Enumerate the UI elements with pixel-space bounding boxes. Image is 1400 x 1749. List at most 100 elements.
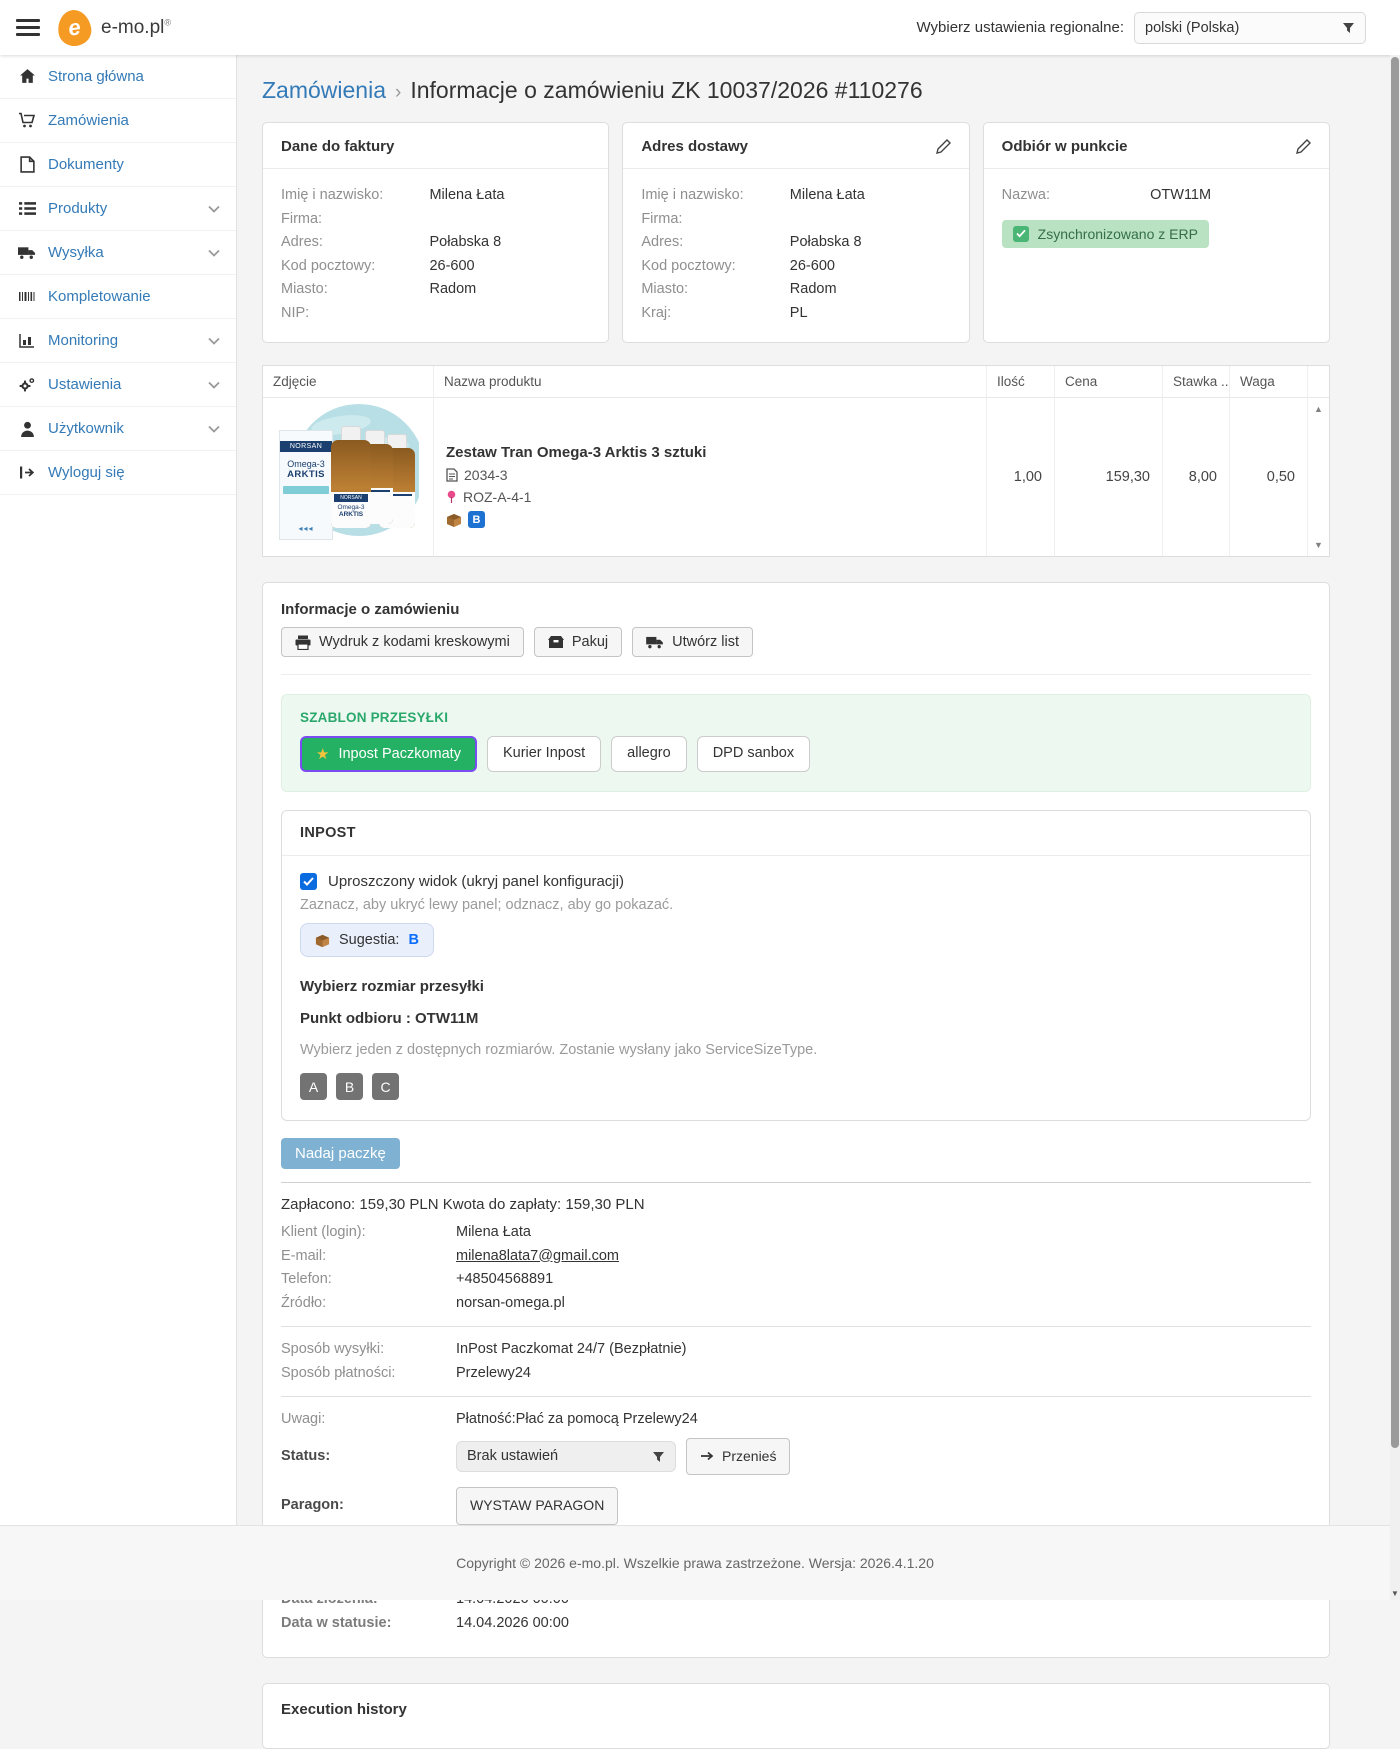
- template-inpost-paczkomaty-button[interactable]: ★ Inpost Paczkomaty: [300, 736, 477, 772]
- move-status-button[interactable]: Przenieś: [686, 1438, 790, 1476]
- chevron-down-icon: [208, 205, 220, 213]
- simplified-view-checkbox[interactable]: Uproszczony widok (ukryj panel konfigura…: [300, 873, 1292, 890]
- send-parcel-button[interactable]: Nadaj paczkę: [281, 1138, 400, 1169]
- print-barcodes-button[interactable]: Wydruk z kodami kreskowymi: [281, 627, 524, 657]
- product-photo-cell: NORSAN Omega-3 ARKTIS ◂◂◂ NORSANOmega-3A…: [263, 398, 433, 556]
- size-b-button[interactable]: B: [336, 1073, 363, 1100]
- pack-box-icon: [548, 635, 564, 649]
- sidebar-item-settings[interactable]: Ustawienia: [0, 363, 236, 407]
- status-date: 14.04.2026 00:00: [456, 1612, 569, 1636]
- scroll-up-icon[interactable]: ▲: [1308, 404, 1329, 414]
- chevron-down-icon: [208, 381, 220, 389]
- edit-pencil-icon[interactable]: [936, 139, 951, 154]
- scroll-down-icon[interactable]: ▼: [1308, 540, 1329, 550]
- cart-icon: [18, 112, 36, 130]
- client-phone: +48504568891: [456, 1268, 553, 1292]
- edit-pencil-icon[interactable]: [1296, 139, 1311, 154]
- product-name[interactable]: Zestaw Tran Omega-3 Arktis 3 sztuki: [446, 444, 976, 461]
- dropdown-funnel-icon: [1342, 21, 1355, 34]
- execution-history-card: Execution history: [262, 1683, 1330, 1749]
- product-location: ROZ-A-4-1: [463, 489, 531, 505]
- product-weight: 0,50: [1229, 398, 1307, 556]
- template-kurier-inpost-button[interactable]: Kurier Inpost: [487, 736, 601, 772]
- user-icon: [18, 420, 36, 438]
- order-info-title: Informacje o zamówieniu: [281, 601, 1311, 618]
- status-select-value: Brak ustawień: [467, 1445, 558, 1469]
- location-pin-icon: [446, 490, 457, 504]
- product-price: 159,30: [1054, 398, 1162, 556]
- page-scrollbar[interactable]: ▼: [1390, 55, 1400, 1600]
- col-header-scroll: [1307, 366, 1329, 398]
- sidebar-item-home[interactable]: Strona główna: [0, 55, 236, 99]
- pack-button[interactable]: Pakuj: [534, 627, 622, 657]
- invoice-data-card: Dane do faktury Imię i nazwisko:Milena Ł…: [262, 122, 609, 343]
- size-a-button[interactable]: A: [300, 1073, 327, 1100]
- col-header-photo: Zdjęcie: [263, 366, 433, 398]
- pickup-point-card: Odbiór w punkcie Nazwa:OTW11M Zsynchroni…: [983, 122, 1330, 343]
- sidebar-item-products[interactable]: Produkty: [0, 187, 236, 231]
- products-table: Zdjęcie Nazwa produktu Ilość Cena Stawka…: [262, 365, 1330, 557]
- size-suggestion-badge: B: [468, 511, 485, 528]
- region-select-value: polski (Polska): [1145, 20, 1239, 36]
- printer-icon: [295, 635, 311, 650]
- chevron-down-icon: [208, 249, 220, 257]
- main-content: Zamówienia›Informacje o zamówieniu ZK 10…: [237, 55, 1390, 1600]
- checkbox-checked-icon[interactable]: [300, 873, 317, 890]
- chevron-down-icon: [208, 425, 220, 433]
- page-title: Informacje o zamówieniu ZK 10037/2026 #1…: [410, 77, 922, 103]
- col-header-tax: Stawka ...: [1162, 366, 1229, 398]
- home-icon: [18, 68, 36, 86]
- chevron-down-icon: [208, 337, 220, 345]
- truck-icon: [18, 244, 36, 262]
- check-icon: [1013, 226, 1029, 242]
- breadcrumb-orders-link[interactable]: Zamówienia: [262, 77, 386, 103]
- breadcrumb: Zamówienia›Informacje o zamówieniu ZK 10…: [262, 77, 1330, 104]
- pickup-point-label: Punkt odbioru : OTW11M: [300, 1010, 1292, 1027]
- sidebar-item-orders[interactable]: Zamówienia: [0, 99, 236, 143]
- sidebar-item-picking[interactable]: Kompletowanie: [0, 275, 236, 319]
- invoice-card-title: Dane do faktury: [281, 138, 394, 155]
- sidebar-item-user[interactable]: Użytkownik: [0, 407, 236, 451]
- status-select[interactable]: Brak ustawień: [456, 1441, 676, 1472]
- client-login: Milena Łata: [456, 1221, 531, 1245]
- menu-toggle-icon[interactable]: [16, 19, 40, 36]
- sidebar-item-monitoring[interactable]: Monitoring: [0, 319, 236, 363]
- size-section-title: Wybierz rozmiar przesyłki: [300, 978, 1292, 995]
- template-allegro-button[interactable]: allegro: [611, 736, 687, 772]
- arrow-right-icon: [700, 1451, 714, 1461]
- order-remarks: Płatność:Płać za pomocą Przelewy24: [456, 1408, 698, 1432]
- dropdown-funnel-icon: [652, 1450, 665, 1463]
- size-c-button[interactable]: C: [372, 1073, 399, 1100]
- inpost-panel: INPOST Uproszczony widok (ukryj panel ko…: [281, 810, 1311, 1121]
- copyright-text: Copyright © 2026 e-mo.pl. Wszelkie prawa…: [456, 1555, 934, 1571]
- sku-document-icon: [446, 468, 458, 482]
- brand-logo[interactable]: e: [56, 7, 94, 47]
- region-select[interactable]: polski (Polska): [1134, 12, 1366, 44]
- truck-icon: [646, 636, 664, 649]
- table-scrollbar[interactable]: ▲ ▼: [1307, 398, 1329, 556]
- barcode-icon: [18, 288, 36, 306]
- create-labels-button[interactable]: Utwórz list: [632, 627, 753, 657]
- size-helper-text: Wybierz jeden z dostępnych rozmiarów. Zo…: [300, 1042, 1292, 1058]
- top-bar: e e-mo.pl® Wybierz ustawienia regionalne…: [0, 0, 1400, 55]
- package-icon: [446, 512, 462, 528]
- sidebar-item-shipping[interactable]: Wysyłka: [0, 231, 236, 275]
- region-settings-label: Wybierz ustawienia regionalne:: [917, 19, 1124, 36]
- scroll-down-icon[interactable]: ▼: [1390, 1589, 1400, 1598]
- suggested-size: B: [408, 932, 418, 948]
- scrollbar-thumb[interactable]: [1391, 57, 1399, 1448]
- product-info-cell: Zestaw Tran Omega-3 Arktis 3 sztuki 2034…: [433, 398, 986, 556]
- execution-history-title: Execution history: [281, 1701, 1311, 1718]
- shipping-template-panel: SZABLON PRZESYŁKI ★ Inpost Paczkomaty Ku…: [281, 694, 1311, 792]
- delivery-address-card: Adres dostawy Imię i nazwisko:Milena Łat…: [622, 122, 969, 343]
- brand-name: e-mo.pl®: [101, 17, 171, 39]
- client-email-link[interactable]: milena8lata7@gmail.com: [456, 1245, 619, 1269]
- sidebar-item-logout[interactable]: Wyloguj się: [0, 451, 236, 495]
- sidebar-item-documents[interactable]: Dokumenty: [0, 143, 236, 187]
- product-image[interactable]: NORSAN Omega-3 ARKTIS ◂◂◂ NORSANOmega-3A…: [271, 404, 419, 552]
- checkbox-helper-text: Zaznacz, aby ukryć lewy panel; odznacz, …: [300, 897, 1292, 913]
- issue-receipt-button[interactable]: WYSTAW PARAGON: [456, 1487, 618, 1525]
- breadcrumb-separator: ›: [386, 82, 410, 103]
- product-tax: 8,00: [1162, 398, 1229, 556]
- template-dpd-sanbox-button[interactable]: DPD sanbox: [697, 736, 810, 772]
